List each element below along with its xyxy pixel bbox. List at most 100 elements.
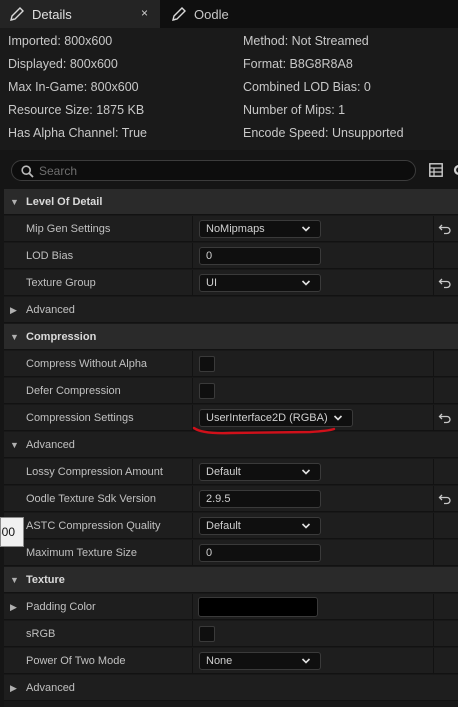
- chevron-down-icon: [301, 280, 311, 286]
- tab-details[interactable]: Details ×: [0, 0, 160, 28]
- expanded-arrow-icon: ▼: [10, 575, 19, 585]
- property-grid: ▼ Level Of Detail Mip Gen Settings NoMip…: [4, 189, 458, 707]
- property-row-texture-group: Texture Group UI: [4, 270, 458, 296]
- tooltip-text: 600: [1, 525, 16, 539]
- expanded-arrow-icon: ▼: [10, 440, 19, 450]
- padding-color-swatch[interactable]: [198, 597, 318, 617]
- chevron-down-icon: [333, 415, 343, 421]
- texture-group-dropdown[interactable]: UI: [199, 274, 321, 292]
- category-title: Level Of Detail: [26, 196, 103, 208]
- info-method: Method: Not Streamed: [243, 34, 369, 48]
- property-label: Power Of Two Mode: [26, 655, 126, 667]
- tab-oodle-label: Oodle: [194, 6, 229, 22]
- tab-oodle[interactable]: Oodle: [162, 0, 282, 28]
- property-label: Padding Color: [26, 601, 96, 613]
- info-resource-size: Resource Size: 1875 KB: [8, 103, 145, 117]
- subcategory-title: Advanced: [26, 304, 75, 316]
- defer-compression-checkbox[interactable]: [199, 383, 215, 399]
- mip-gen-settings-dropdown[interactable]: NoMipmaps: [199, 220, 321, 238]
- close-icon[interactable]: ×: [141, 6, 148, 20]
- collapsed-arrow-icon[interactable]: ▶: [10, 594, 17, 620]
- category-texture[interactable]: ▼ Texture: [4, 567, 458, 593]
- chevron-down-icon: [301, 469, 311, 475]
- info-has-alpha: Has Alpha Channel: True: [8, 126, 147, 140]
- value-tooltip: 600: [0, 517, 24, 547]
- reset-to-default-icon[interactable]: [438, 411, 452, 425]
- chevron-down-icon: [301, 523, 311, 529]
- input-value: 0: [206, 250, 213, 262]
- search-icon: [21, 165, 34, 178]
- info-format: Format: B8G8R8A8: [243, 57, 353, 71]
- property-row-defer-compression: Defer Compression: [4, 378, 458, 404]
- search-box[interactable]: [11, 160, 416, 181]
- collapsed-arrow-icon: ▶: [10, 683, 17, 693]
- info-max-in-game: Max In-Game: 800x600: [8, 80, 139, 94]
- reset-to-default-icon[interactable]: [438, 222, 452, 236]
- texture-info-panel: Imported: 800x600 Displayed: 800x600 Max…: [0, 28, 458, 150]
- table-view-icon[interactable]: [429, 163, 443, 177]
- property-label: LOD Bias: [26, 250, 74, 262]
- property-row-lod-bias: LOD Bias 0: [4, 243, 458, 269]
- property-label: ASTC Compression Quality: [26, 520, 161, 532]
- astc-compression-quality-dropdown[interactable]: Default: [199, 517, 321, 535]
- maximum-texture-size-input[interactable]: 0: [199, 544, 321, 562]
- info-encode-speed: Encode Speed: Unsupported: [243, 126, 404, 140]
- property-row-oodle-texture-sdk-version: Oodle Texture Sdk Version 2.9.5: [4, 486, 458, 512]
- input-value: 2.9.5: [206, 493, 231, 505]
- info-displayed: Displayed: 800x600: [8, 57, 118, 71]
- property-label: Maximum Texture Size: [26, 547, 138, 559]
- power-of-two-mode-dropdown[interactable]: None: [199, 652, 321, 670]
- pencil-icon: [10, 7, 24, 21]
- dropdown-value: NoMipmaps: [206, 223, 265, 235]
- category-level-of-detail[interactable]: ▼ Level Of Detail: [4, 189, 458, 215]
- property-label: Lossy Compression Amount: [26, 466, 163, 478]
- category-title: Texture: [26, 574, 65, 586]
- reset-to-default-icon[interactable]: [438, 276, 452, 290]
- property-label: Mip Gen Settings: [26, 223, 111, 235]
- property-label: sRGB: [26, 628, 56, 640]
- property-label: Oodle Texture Sdk Version: [26, 493, 157, 505]
- srgb-checkbox[interactable]: [199, 626, 215, 642]
- subcategory-title: Advanced: [26, 682, 75, 694]
- property-label: Texture Group: [26, 277, 96, 289]
- lod-bias-input[interactable]: 0: [199, 247, 321, 265]
- oodle-sdk-version-input[interactable]: 2.9.5: [199, 490, 321, 508]
- compress-without-alpha-checkbox[interactable]: [199, 356, 215, 372]
- property-row-maximum-texture-size: Maximum Texture Size 0: [4, 540, 458, 566]
- dropdown-value: None: [206, 655, 233, 667]
- property-row-power-of-two-mode: Power Of Two Mode None: [4, 648, 458, 674]
- subcategory-title: Advanced: [26, 439, 75, 451]
- property-row-padding-color: ▶ Padding Color: [4, 594, 458, 620]
- info-imported: Imported: 800x600: [8, 34, 113, 48]
- property-label: Compression Settings: [26, 412, 134, 424]
- expanded-arrow-icon: ▼: [10, 197, 19, 207]
- chevron-down-icon: [301, 658, 311, 664]
- collapsed-arrow-icon: ▶: [10, 305, 17, 315]
- dropdown-value: Default: [206, 466, 241, 478]
- property-row-srgb: sRGB: [4, 621, 458, 647]
- pencil-icon: [172, 7, 186, 21]
- chevron-down-icon: [301, 226, 311, 232]
- category-compression[interactable]: ▼ Compression: [4, 324, 458, 350]
- search-input[interactable]: [39, 161, 409, 180]
- expanded-arrow-icon: ▼: [10, 332, 19, 342]
- reset-to-default-icon[interactable]: [438, 492, 452, 506]
- red-underline-annotation: [192, 426, 336, 435]
- tab-bar: Details × Oodle: [0, 0, 458, 28]
- property-label: Compress Without Alpha: [26, 358, 148, 370]
- subcategory-advanced-texture[interactable]: ▶ Advanced: [4, 675, 458, 701]
- dropdown-value: UI: [206, 277, 217, 289]
- info-num-mips: Number of Mips: 1: [243, 103, 346, 117]
- property-row-compress-without-alpha: Compress Without Alpha: [4, 351, 458, 377]
- category-title: Compression: [26, 331, 97, 343]
- property-label: Defer Compression: [26, 385, 121, 397]
- dropdown-value: Default: [206, 520, 241, 532]
- input-value: 0: [206, 547, 213, 559]
- property-row-lossy-compression-amount: Lossy Compression Amount Default: [4, 459, 458, 485]
- settings-gear-icon[interactable]: [452, 163, 458, 177]
- info-combined-lod-bias: Combined LOD Bias: 0: [243, 80, 371, 94]
- property-row-astc-compression-quality: ASTC Compression Quality Default: [4, 513, 458, 539]
- subcategory-advanced-lod[interactable]: ▶ Advanced: [4, 297, 458, 323]
- lossy-compression-amount-dropdown[interactable]: Default: [199, 463, 321, 481]
- tab-details-label: Details: [32, 6, 72, 22]
